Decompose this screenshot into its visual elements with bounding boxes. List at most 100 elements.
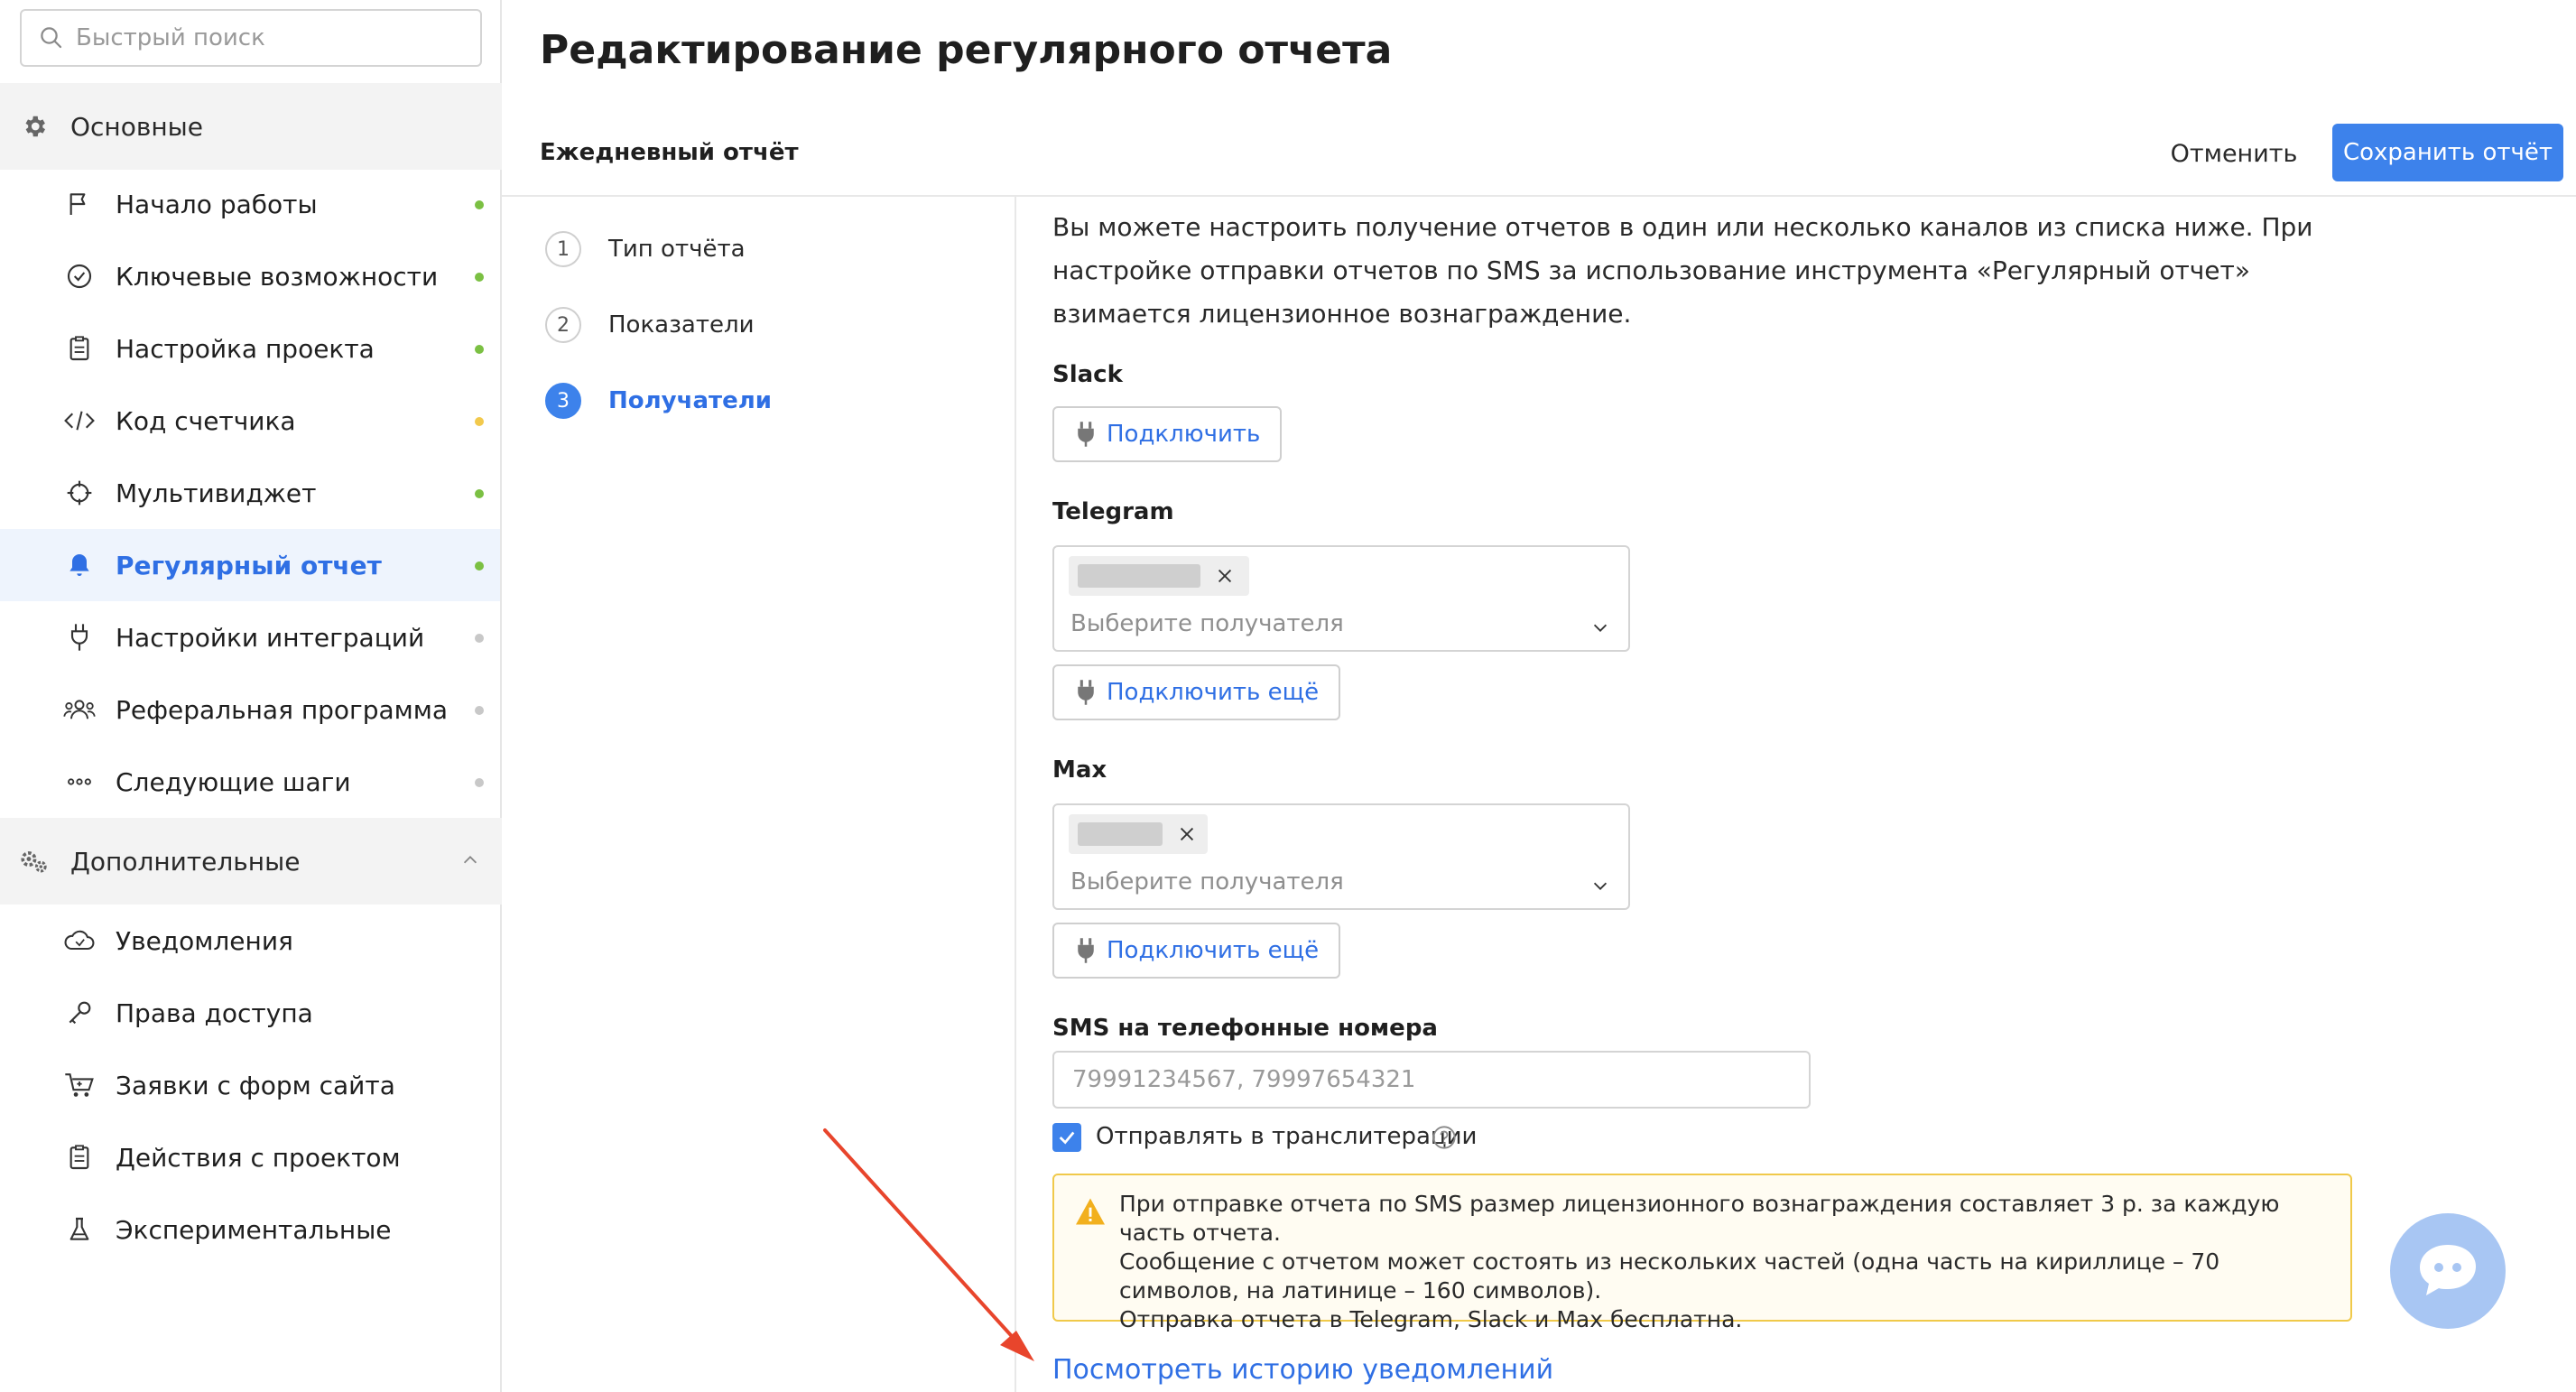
dots-icon: [61, 764, 97, 800]
steps-divider: [1015, 197, 1016, 1392]
sidebar-item-9[interactable]: Следующие шаги: [0, 746, 500, 818]
telegram-label: Telegram: [1052, 498, 1174, 525]
sidebar-item-4[interactable]: Действия с проектом: [0, 1121, 500, 1193]
sidebar-item-8[interactable]: Реферальная программа: [0, 673, 500, 746]
status-dot: [475, 778, 484, 787]
sidebar-item-3[interactable]: Заявки с форм сайта: [0, 1049, 500, 1121]
max-recipient-chip: [1069, 814, 1208, 854]
plug-icon: [1078, 680, 1094, 705]
sidebar-item-5[interactable]: Мультивиджет: [0, 457, 500, 529]
sms-phone-input[interactable]: [1052, 1051, 1811, 1109]
help-icon[interactable]: [1432, 1125, 1457, 1150]
cancel-button[interactable]: Отменить: [2166, 126, 2302, 181]
sidebar-item-1[interactable]: Начало работы: [0, 168, 500, 240]
sidebar-item-2[interactable]: Ключевые возможности: [0, 240, 500, 312]
sidebar-item-label: Действия с проектом: [116, 1142, 401, 1173]
telegram-connect-more-button[interactable]: Подключить ещё: [1052, 664, 1341, 720]
sidebar-item-label: Код счетчика: [116, 405, 296, 436]
notification-history-link[interactable]: Посмотреть историю уведомлений: [1052, 1354, 1553, 1386]
section-main[interactable]: Основные: [0, 83, 502, 170]
translit-checkbox[interactable]: [1052, 1123, 1081, 1152]
cloud-icon: [61, 923, 97, 959]
chevron-down-icon[interactable]: [1590, 876, 1610, 896]
sidebar-item-2[interactable]: Права доступа: [0, 977, 500, 1049]
close-icon[interactable]: [1177, 824, 1197, 844]
translit-label: Отправлять в транслитерации: [1096, 1123, 1478, 1150]
max-connect-more-button[interactable]: Подключить ещё: [1052, 923, 1341, 979]
header-divider: [502, 195, 2576, 197]
sidebar-item-label: Настройка проекта: [116, 333, 375, 364]
connect-more-label: Подключить ещё: [1107, 679, 1320, 706]
sidebar-item-5[interactable]: Экспериментальные: [0, 1193, 500, 1266]
flag-icon: [61, 186, 97, 222]
chat-widget-button[interactable]: [2390, 1213, 2506, 1329]
sidebar-item-label: Реферальная программа: [116, 694, 449, 725]
plug-icon: [1078, 938, 1094, 963]
crosshair-icon: [61, 475, 97, 511]
key-icon: [61, 995, 97, 1031]
telegram-recipient-chip: [1069, 556, 1249, 596]
step-number: 2: [545, 307, 581, 343]
quick-search[interactable]: [20, 9, 482, 67]
step-2[interactable]: 2 Показатели: [545, 305, 755, 345]
warning-text: При отправке отчета по SMS размер лиценз…: [1119, 1190, 2329, 1334]
sidebar-item-label: Начало работы: [116, 189, 318, 219]
sidebar-item-label: Уведомления: [116, 925, 293, 956]
step-3[interactable]: 3 Получатели: [545, 381, 772, 421]
warning-icon: [1076, 1198, 1105, 1225]
search-input[interactable]: [76, 24, 464, 51]
sidebar-item-label: Следующие шаги: [116, 766, 351, 797]
slack-connect-button[interactable]: Подключить: [1052, 406, 1283, 462]
page-title: Редактирование регулярного отчета: [540, 27, 1393, 73]
status-dot: [475, 706, 484, 715]
plug-icon: [1078, 422, 1094, 447]
step-number: 3: [545, 383, 581, 419]
sidebar-item-6[interactable]: Регулярный отчет: [0, 529, 500, 601]
redacted-recipient: [1078, 564, 1200, 588]
step-label: Тип отчёта: [608, 236, 746, 263]
code-icon: [61, 403, 97, 439]
sidebar-item-label: Регулярный отчет: [116, 550, 382, 580]
report-name: Ежедневный отчёт: [540, 139, 799, 166]
sidebar: Основные Начало работы Ключевые возможнос…: [0, 0, 502, 1392]
section-extra[interactable]: Дополнительные: [0, 818, 502, 905]
users-icon: [61, 691, 97, 728]
cart-icon: [61, 1067, 97, 1103]
status-dot: [475, 634, 484, 643]
sms-label: SMS на телефонные номера: [1052, 1015, 1438, 1042]
gear-icon: [18, 110, 51, 143]
sidebar-item-label: Права доступа: [116, 998, 313, 1028]
section-main-label: Основные: [70, 111, 204, 142]
connect-more-label: Подключить ещё: [1107, 937, 1320, 964]
step-label: Получатели: [608, 387, 772, 414]
close-icon[interactable]: [1215, 566, 1235, 586]
max-label: Max: [1052, 756, 1107, 784]
chevron-up-icon[interactable]: [460, 850, 480, 870]
telegram-recipient-select[interactable]: Выберите получателя: [1052, 545, 1630, 652]
flask-icon: [61, 1211, 97, 1248]
clipboard-icon: [61, 1139, 97, 1175]
sidebar-item-label: Заявки с форм сайта: [116, 1070, 395, 1100]
step-1[interactable]: 1 Тип отчёта: [545, 229, 746, 269]
chevron-down-icon[interactable]: [1590, 617, 1610, 637]
telegram-select-placeholder: Выберите получателя: [1070, 610, 1344, 637]
sidebar-item-4[interactable]: Код счетчика: [0, 385, 500, 457]
bell-icon: [61, 547, 97, 583]
sidebar-item-label: Мультивиджет: [116, 478, 317, 508]
status-dot: [475, 489, 484, 498]
clipboard-icon: [61, 330, 97, 367]
search-icon: [41, 27, 62, 49]
check-circle-icon: [61, 258, 97, 294]
sidebar-item-3[interactable]: Настройка проекта: [0, 312, 500, 385]
connect-label: Подключить: [1107, 421, 1261, 448]
max-recipient-select[interactable]: Выберите получателя: [1052, 803, 1630, 910]
gears-icon: [18, 845, 51, 877]
status-dot: [475, 200, 484, 209]
max-select-placeholder: Выберите получателя: [1070, 868, 1344, 896]
checkmark-icon: [1059, 1131, 1075, 1145]
sidebar-item-label: Экспериментальные: [116, 1214, 392, 1245]
sms-warning: При отправке отчета по SMS размер лиценз…: [1052, 1174, 2352, 1332]
save-report-button[interactable]: Сохранить отчёт: [2332, 124, 2563, 181]
sidebar-item-1[interactable]: Уведомления: [0, 905, 500, 977]
sidebar-item-7[interactable]: Настройки интеграций: [0, 601, 500, 673]
